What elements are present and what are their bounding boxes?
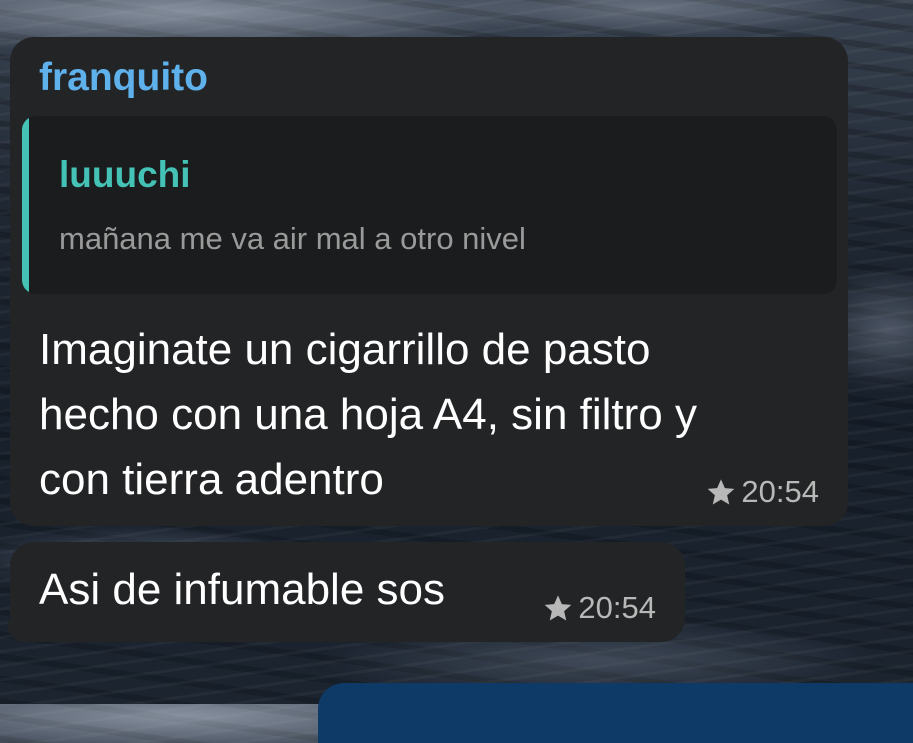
message-text: Imaginate un cigarrillo de pasto hecho c… (39, 317, 819, 512)
message-line: con tierra adentro (39, 455, 384, 504)
message-meta: 20:54 (705, 474, 819, 510)
reply-preview[interactable]: luuuchi mañana me va air mal a otro nive… (22, 116, 837, 294)
reply-author: luuuchi (59, 154, 191, 195)
star-icon (545, 595, 572, 621)
message-line: hecho con una hoja A4, sin filtro y (39, 390, 697, 439)
message-time: 20:54 (741, 474, 819, 509)
bubble-tail (8, 620, 30, 642)
message-bubble-2[interactable]: Asi de infumable sos 20:54 (8, 542, 685, 642)
message-meta: 20:54 (542, 590, 656, 626)
message-bubble-1[interactable]: franquito luuuchi mañana me va air mal a… (10, 37, 848, 526)
star-icon (708, 479, 735, 505)
message-line: Imaginate un cigarrillo de pasto (39, 325, 651, 374)
outgoing-message-bubble[interactable] (318, 683, 913, 743)
message-time: 20:54 (578, 590, 656, 625)
sender-name[interactable]: franquito (39, 55, 208, 102)
message-text: Asi de infumable sos (39, 565, 445, 614)
reply-text: mañana me va air mal a otro nivel (59, 221, 526, 256)
reply-accent-bar (22, 116, 29, 294)
